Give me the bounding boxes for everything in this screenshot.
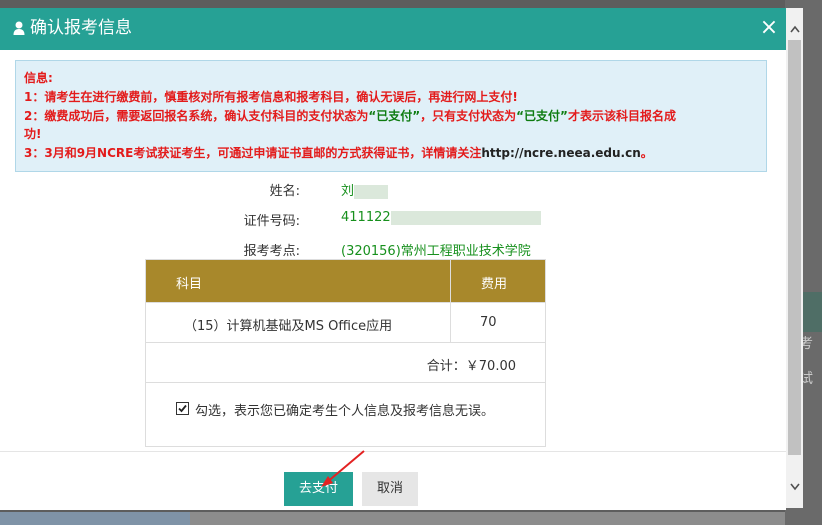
table-row: （15）计算机基础及MS Office应用 70 (146, 302, 545, 343)
user-icon (13, 20, 27, 38)
status-highlight: “已支付” (516, 109, 568, 123)
confirm-registration-modal: 确认报考信息 × 信息: 1：请考生在进行缴费前，慎重核对所有报考信息和报考科目… (0, 8, 786, 510)
id-label: 证件号码: (243, 214, 300, 229)
total-amount: 合计：￥70.00 (426, 359, 516, 374)
scroll-down-arrow-icon[interactable] (786, 478, 803, 496)
redacted-block (354, 184, 389, 199)
name-text: 刘 (341, 184, 355, 199)
notice-heading: 信息: (24, 71, 53, 85)
notice-text: ，只有支付状态为 (420, 109, 517, 123)
notice-text: 才表示该科目报名成 (567, 109, 676, 123)
notice-line-2-wrap: 功! (24, 127, 42, 141)
confirm-label[interactable]: 勾选，表示您已确定考生个人信息及报考信息无误。 (195, 400, 494, 419)
name-label: 姓名: (269, 184, 300, 199)
subject-cell: （15）计算机基础及MS Office应用 (184, 319, 393, 334)
modal-title: 确认报考信息 (30, 18, 132, 38)
total-row: 合计：￥70.00 (146, 342, 545, 383)
fee-table: 科目 费用 （15）计算机基础及MS Office应用 70 合计：￥70.00… (145, 259, 546, 447)
background-footer (0, 512, 785, 525)
footer-divider (0, 451, 786, 452)
scroll-up-arrow-icon[interactable] (786, 20, 803, 38)
cancel-button[interactable]: 取消 (362, 472, 418, 506)
status-highlight: “已支付” (368, 109, 421, 123)
scrollbar-thumb[interactable] (788, 40, 801, 455)
background-blue-block (0, 512, 190, 525)
modal-header: 确认报考信息 × (0, 8, 786, 50)
name-value: 刘 (341, 180, 389, 199)
id-text: 411122 (341, 210, 391, 225)
table-header: 科目 费用 (146, 260, 545, 302)
fee-cell: 70 (480, 315, 497, 330)
notice-line-2: 2：缴费成功后，需要返回报名系统，确认支付科目的支付状态为“已支付”，只有支付状… (24, 107, 676, 125)
redacted-block (390, 210, 541, 225)
id-value: 411122 (341, 210, 541, 225)
subject-column-header: 科目 (176, 277, 203, 292)
annotation-arrow-icon (321, 450, 365, 487)
notice-line-1: 1：请考生在进行缴费前，慎重核对所有报考信息和报考科目，确认无误后，再进行网上支… (24, 90, 518, 104)
center-value: (320156)常州工程职业技术学院 (341, 244, 531, 259)
notice-text: 3：3月和9月NCRE考试获证考生，可通过申请证书直邮的方式获得证书，详情请关注 (24, 146, 482, 160)
fee-column-header: 费用 (481, 277, 508, 292)
notice-box: 信息: 1：请考生在进行缴费前，慎重核对所有报考信息和报考科目，确认无误后，再进… (15, 60, 767, 172)
notice-text: 2：缴费成功后，需要返回报名系统，确认支付科目的支付状态为 (24, 109, 369, 123)
confirm-checkbox[interactable] (176, 402, 189, 415)
notice-line-3: 3：3月和9月NCRE考试获证考生，可通过申请证书直邮的方式获得证书，详情请关注… (24, 144, 653, 162)
notice-text: 。 (640, 146, 653, 160)
ncre-link[interactable]: http://ncre.neea.edu.cn (481, 146, 640, 160)
close-icon[interactable]: × (758, 17, 780, 39)
center-label: 报考考点: (243, 244, 300, 259)
